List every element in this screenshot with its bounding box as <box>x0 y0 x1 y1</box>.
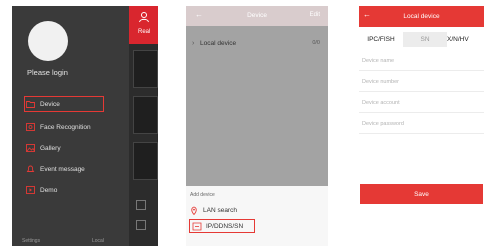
device-header: ← Device Edit <box>186 6 328 26</box>
chevron-right-icon: › <box>192 40 195 47</box>
drawer-item-gallery[interactable]: Gallery <box>26 140 112 156</box>
drawer-item-label: Gallery <box>40 144 61 152</box>
dim-overlay[interactable]: › Local device 0/0 <box>186 26 328 186</box>
drawer-item-label: Face Recognition <box>40 123 91 131</box>
drawer-item-label: Event message <box>40 165 85 173</box>
grid-icon[interactable] <box>136 220 146 230</box>
login-text[interactable]: Please login <box>27 68 68 77</box>
grid-icon[interactable] <box>136 200 146 210</box>
drawer-item-event-message[interactable]: Event message <box>26 161 112 177</box>
option-label: IP/DDNS/SN <box>206 222 244 230</box>
tab-sn[interactable]: SN <box>403 32 447 47</box>
save-button[interactable]: Save <box>360 184 483 204</box>
add-device-heading: Add device <box>190 192 215 198</box>
camera-thumbnail[interactable] <box>133 142 158 180</box>
option-ip-ddns-sn[interactable]: IP/DDNS/SN <box>189 219 255 233</box>
camera-thumbnail[interactable] <box>133 50 158 88</box>
drawer-item-label: Demo <box>40 186 58 194</box>
page-title: Local device <box>403 13 440 20</box>
camera-thumbnail[interactable] <box>133 96 158 134</box>
edit-button[interactable]: Edit <box>310 12 320 18</box>
ip-icon <box>192 222 202 230</box>
real-tab-label: Real <box>138 29 151 35</box>
drawer-item-device[interactable]: Device <box>24 96 104 112</box>
option-label: LAN search <box>203 206 237 214</box>
drawer-item-label: Device <box>40 100 60 108</box>
device-type-tabs: IPC/FISH SN X/N/HV <box>359 32 484 47</box>
settings-link[interactable]: Settings <box>22 238 40 244</box>
option-lan-search[interactable]: LAN search <box>189 203 237 217</box>
drawer-item-face-recognition[interactable]: Face Recognition <box>26 119 112 135</box>
real-tab[interactable]: Real <box>129 6 158 44</box>
tab-ipc-fish[interactable]: IPC/FISH <box>359 32 403 47</box>
play-icon <box>26 186 35 194</box>
bell-icon <box>26 165 35 172</box>
avatar[interactable] <box>28 21 68 61</box>
device-number-field[interactable]: Device number <box>359 72 484 92</box>
local-device-screen: ← Local device IPC/FISH SN X/N/HV Device… <box>359 6 484 246</box>
image-icon <box>26 144 35 152</box>
folder-icon <box>26 101 35 108</box>
user-icon <box>139 12 149 23</box>
device-account-field[interactable]: Device account <box>359 93 484 113</box>
local-device-header: ← Local device <box>359 6 484 27</box>
tab-xnhv[interactable]: X/N/HV <box>447 32 484 47</box>
side-drawer: Real Please login Device Face Recognitio… <box>12 6 158 246</box>
drawer-item-demo[interactable]: Demo <box>26 182 112 198</box>
device-group-label[interactable]: Local device <box>200 40 236 47</box>
device-name-field[interactable]: Device name <box>359 51 484 71</box>
face-scan-icon <box>26 123 35 131</box>
device-screen: ← Device Edit › Local device 0/0 Add dev… <box>186 6 328 246</box>
page-title: Device <box>247 12 267 19</box>
device-password-field[interactable]: Device password <box>359 114 484 134</box>
device-group-count: 0/0 <box>312 40 320 46</box>
location-pin-icon <box>191 206 197 215</box>
local-link[interactable]: Local <box>92 238 104 244</box>
